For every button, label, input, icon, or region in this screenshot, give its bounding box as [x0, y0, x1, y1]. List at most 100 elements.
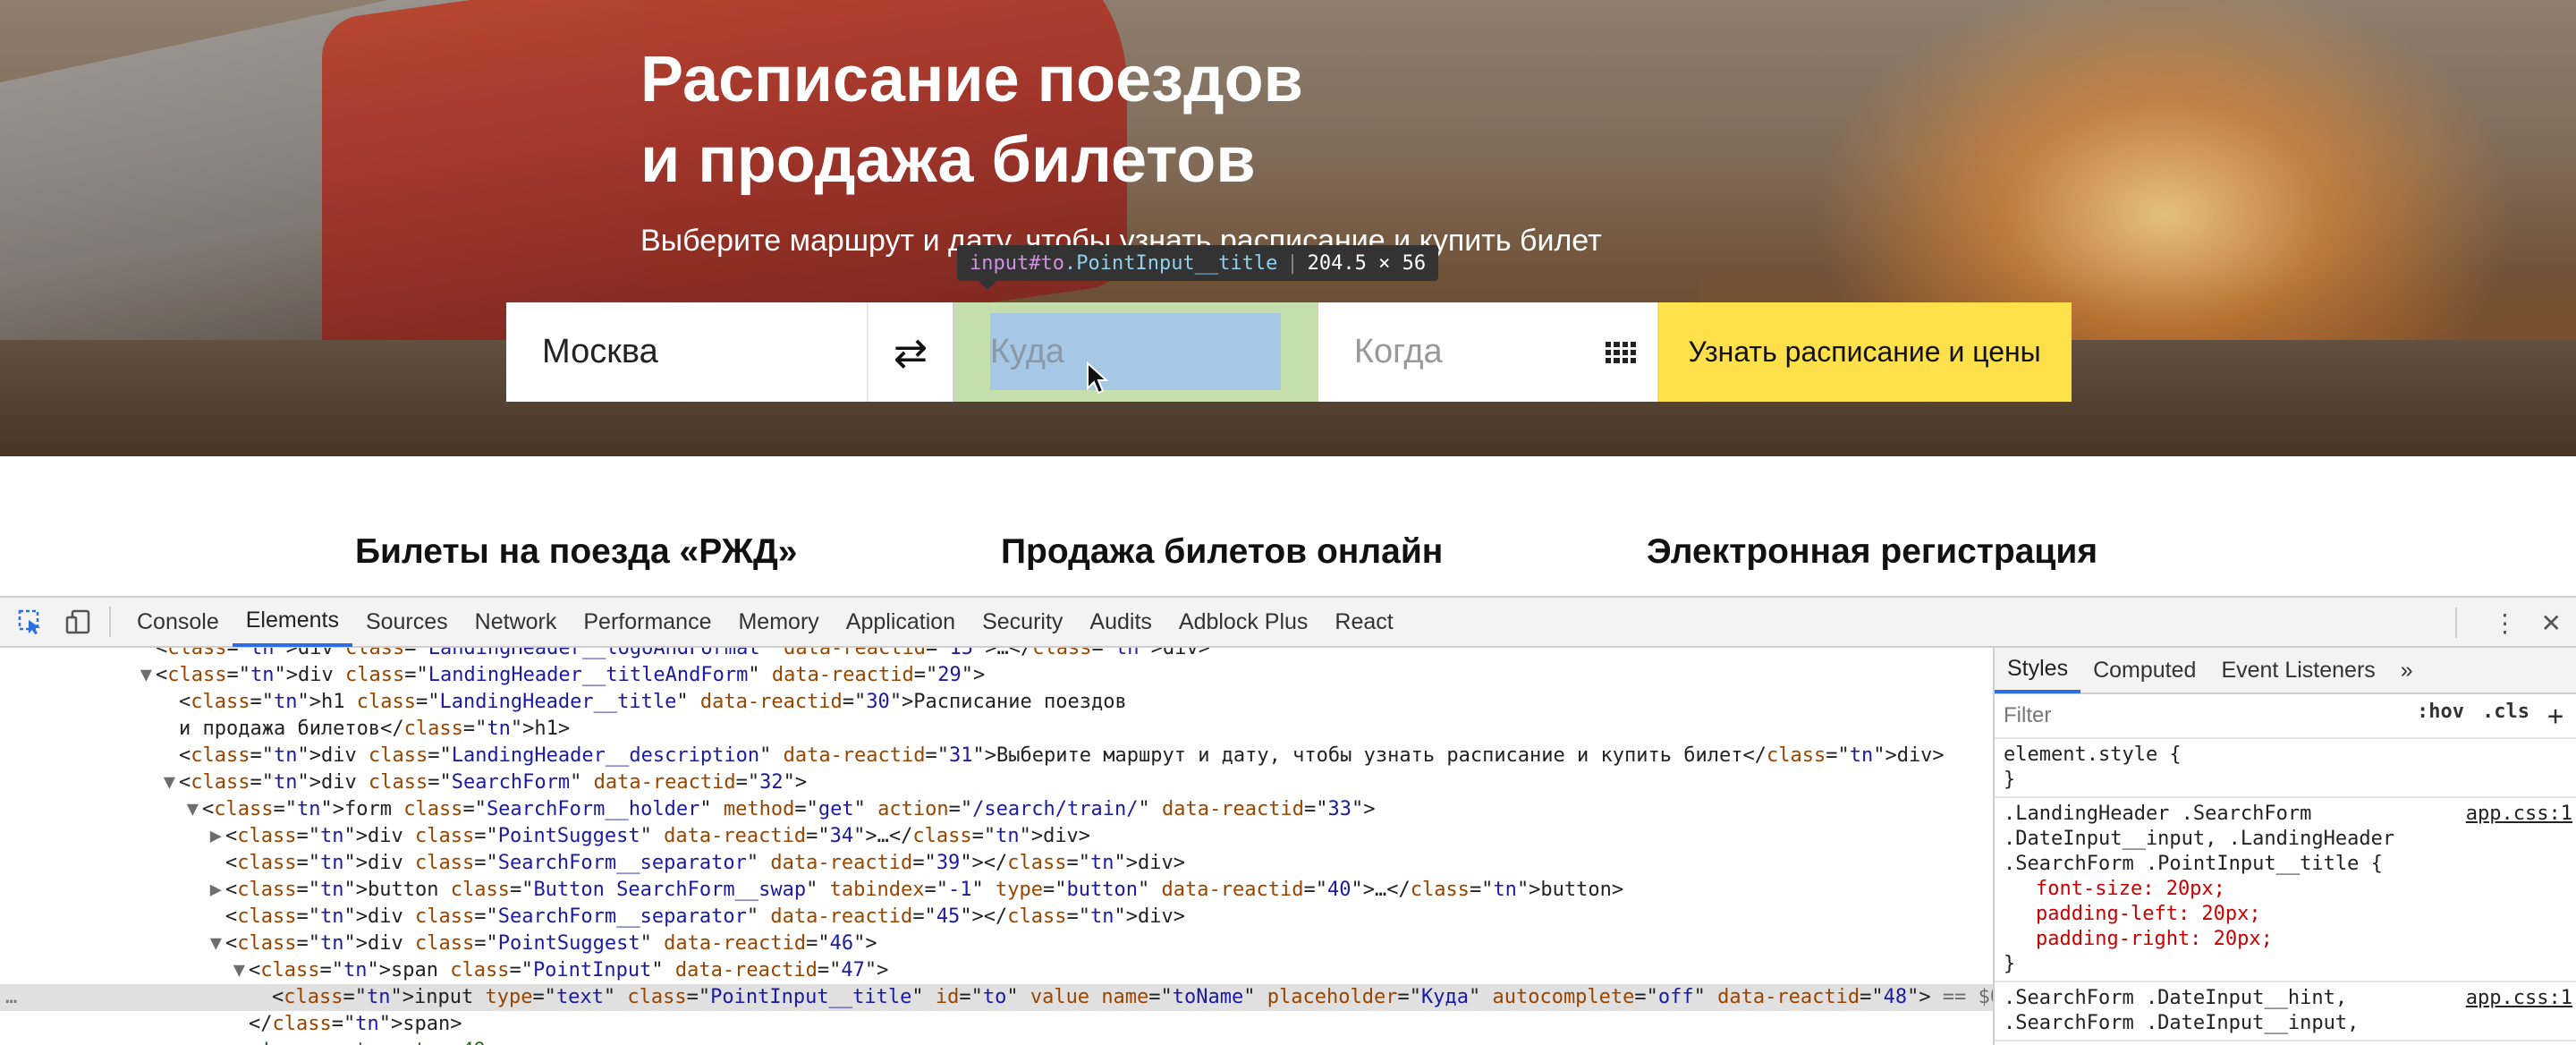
mouse-cursor-icon: [1087, 361, 1109, 395]
search-submit-button[interactable]: Узнать расписание и цены: [1657, 302, 2072, 402]
expand-arrow-icon[interactable]: ▶: [0, 877, 225, 904]
dom-node-line[interactable]: <class="tn">div class="LandingHeader__lo…: [0, 648, 1993, 662]
expand-arrow-icon[interactable]: ▼: [0, 957, 249, 984]
dom-node-line[interactable]: <class="tn">h1 class="LandingHeader__tit…: [0, 689, 1993, 716]
expand-arrow-icon[interactable]: ▼: [0, 662, 156, 689]
dom-node-text: <class="tn">div class="PointSuggest" dat…: [225, 825, 1091, 847]
filter-input[interactable]: Filter: [2004, 703, 2051, 728]
dom-node-line[interactable]: ▼ <class="tn">div class="SearchForm" data…: [0, 769, 1993, 796]
tab-sources[interactable]: Sources: [352, 597, 462, 647]
tooltip-class: .PointInput__title: [1063, 251, 1278, 275]
from-value: Москва: [542, 333, 658, 370]
style-property[interactable]: padding-right: 20px;: [2004, 927, 2567, 952]
date-placeholder: Когда: [1353, 333, 1443, 370]
rule-source-link[interactable]: app.css:1: [2466, 986, 2572, 1011]
feature-heading: Билеты на поезда «РЖД»: [355, 532, 798, 571]
style-rule[interactable]: element.style {}: [1995, 739, 2576, 798]
dom-node-text: </class="tn">span>: [249, 1013, 462, 1035]
dom-node-text: <class="tn">input type="text" class="Poi…: [272, 986, 1993, 1008]
more-options-icon[interactable]: ⋮: [2493, 608, 2518, 638]
dom-node-line[interactable]: </class="tn">span>: [0, 1011, 1993, 1038]
dom-node-text: <class="tn">div class="PointSuggest" dat…: [225, 932, 877, 955]
calendar-icon[interactable]: [1606, 341, 1637, 363]
rule-close-brace: }: [2004, 769, 2016, 791]
dom-node-line[interactable]: <class="tn">div class="LandingHeader__de…: [0, 743, 1993, 769]
devtools-toolbar: Console Elements Sources Network Performance…: [0, 598, 2576, 648]
tab-network[interactable]: Network: [462, 597, 571, 647]
tab-elements[interactable]: Elements: [232, 597, 352, 647]
page-title: Расписание поездов и продажа билетов: [640, 44, 1303, 196]
new-rule-button[interactable]: +: [2547, 701, 2563, 732]
swap-button[interactable]: ⇄: [869, 302, 953, 402]
tab-audits[interactable]: Audits: [1076, 597, 1165, 647]
elements-tree[interactable]: <class="tn">div class="LandingHeader__lo…: [0, 648, 1993, 1045]
date-field[interactable]: Когда: [1318, 302, 1658, 402]
dom-node-text: <class="tn">div class="LandingHeader__de…: [179, 744, 1945, 767]
expand-arrow-icon[interactable]: ▼: [0, 930, 225, 957]
dom-node-line[interactable]: ▼ <class="tn">span class="PointInput" dat…: [0, 957, 1993, 984]
dom-node-line[interactable]: ▼ <class="tn">div class="LandingHeader__t…: [0, 662, 1993, 689]
dom-node-text: <!-- react-empty: 49 -->: [249, 1040, 533, 1045]
rule-close-brace: }: [2004, 953, 2016, 975]
dom-node-line[interactable]: и продажа билетов</class="tn">h1>: [0, 716, 1993, 743]
dom-node-line[interactable]: <!-- react-empty: 49 -->: [0, 1038, 1993, 1045]
dom-node-line[interactable]: <class="tn">div class="SearchForm__separ…: [0, 904, 1993, 930]
style-property[interactable]: padding-left: 20px;: [2004, 902, 2567, 927]
device-toolbar-icon[interactable]: [61, 604, 97, 640]
close-icon[interactable]: ✕: [2541, 608, 2562, 638]
expand-arrow-icon[interactable]: ▼: [0, 796, 202, 823]
tooltip-tag: input: [970, 251, 1030, 275]
styles-pane: Styles Computed Event Listeners» Filter :h…: [1993, 648, 2576, 1045]
dom-node-line[interactable]: ▼ <class="tn">form class="SearchForm__hol…: [0, 796, 1993, 823]
dom-node-text: <class="tn">span class="PointInput" data…: [249, 959, 889, 981]
style-rule[interactable]: .LandingHeader .SearchForm .DateInput__i…: [1995, 798, 2576, 982]
dom-node-text: <class="tn">button class="Button SearchF…: [225, 879, 1624, 901]
dom-node-text: <class="tn">div class="LandingHeader__lo…: [156, 648, 1210, 659]
styles-tab[interactable]: Computed: [2080, 648, 2208, 693]
tooltip-size: 204.5 × 56: [1307, 251, 1427, 275]
class-toggle[interactable]: .cls: [2482, 701, 2529, 732]
tab-memory[interactable]: Memory: [724, 597, 832, 647]
tooltip-id: #to: [1029, 251, 1064, 275]
dom-node-line[interactable]: <class="tn">div class="SearchForm__separ…: [0, 850, 1993, 877]
dom-node-line[interactable]: ▶ <class="tn">div class="PointSuggest" da…: [0, 823, 1993, 850]
styles-tab[interactable]: »: [2388, 648, 2426, 693]
feature-heading: Продажа билетов онлайн: [1001, 532, 1444, 571]
hover-state-toggle[interactable]: :hov: [2417, 701, 2464, 732]
page: Расписание поездов и продажа билетов Выб…: [0, 0, 2576, 1045]
dom-node-text: <class="tn">h1 class="LandingHeader__tit…: [179, 691, 1127, 713]
expand-arrow-icon[interactable]: ▶: [0, 823, 225, 850]
tab-application[interactable]: Application: [833, 597, 969, 647]
dom-node-text: и продажа билетов</class="tn">h1>: [179, 718, 571, 740]
rule-source-link[interactable]: app.css:1: [2466, 802, 2572, 827]
rule-selector: element.style {: [2004, 743, 2182, 766]
dom-node-line[interactable]: ▼ <class="tn">div class="PointSuggest" da…: [0, 930, 1993, 957]
dom-node-line[interactable]: ▶ <class="tn">button class="Button Search…: [0, 877, 1993, 904]
styles-filter[interactable]: Filter :hov .cls +: [1995, 694, 2576, 739]
tab-performance[interactable]: Performance: [570, 597, 724, 647]
to-input[interactable]: [989, 313, 1281, 390]
dom-node-text: <class="tn">div class="LandingHeader__ti…: [156, 664, 986, 686]
tab-console[interactable]: Console: [123, 597, 233, 647]
dom-node-line[interactable]: … <class="tn">input type="text" class="Po…: [0, 984, 1993, 1011]
tab-react[interactable]: React: [1321, 597, 1406, 647]
to-field[interactable]: [952, 302, 1318, 402]
styles-tabs: Styles Computed Event Listeners»: [1995, 648, 2576, 694]
expand-arrow-icon[interactable]: ▼: [0, 769, 179, 796]
devtools-panel: Console Elements Sources Network Performance…: [0, 596, 2576, 1045]
dom-node-text: <class="tn">div class="SearchForm__separ…: [225, 905, 1186, 928]
style-property[interactable]: font-size: 20px;: [2004, 877, 2567, 902]
styles-tab[interactable]: Event Listeners: [2208, 648, 2387, 693]
dom-node-text: <class="tn">form class="SearchForm__hold…: [202, 798, 1376, 820]
tab-adblock-plus[interactable]: Adblock Plus: [1165, 597, 1322, 647]
inspect-element-icon[interactable]: [13, 604, 48, 640]
hero-banner: Расписание поездов и продажа билетов Выб…: [0, 0, 2576, 456]
style-rule[interactable]: .SearchForm .DateInput__hint, .SearchFor…: [1995, 982, 2576, 1041]
inspector-tooltip: input #to .PointInput__title | 204.5 × 56: [957, 245, 1439, 290]
search-form: Москва ⇄ Когда Узнать расписание и цены: [506, 302, 2072, 402]
swap-arrows-icon: ⇄: [893, 328, 928, 376]
styles-tab[interactable]: Styles: [1995, 648, 2081, 693]
tab-security[interactable]: Security: [969, 597, 1076, 647]
dom-node-text: <class="tn">div class="SearchForm__separ…: [225, 852, 1186, 874]
from-field[interactable]: Москва: [506, 302, 869, 402]
